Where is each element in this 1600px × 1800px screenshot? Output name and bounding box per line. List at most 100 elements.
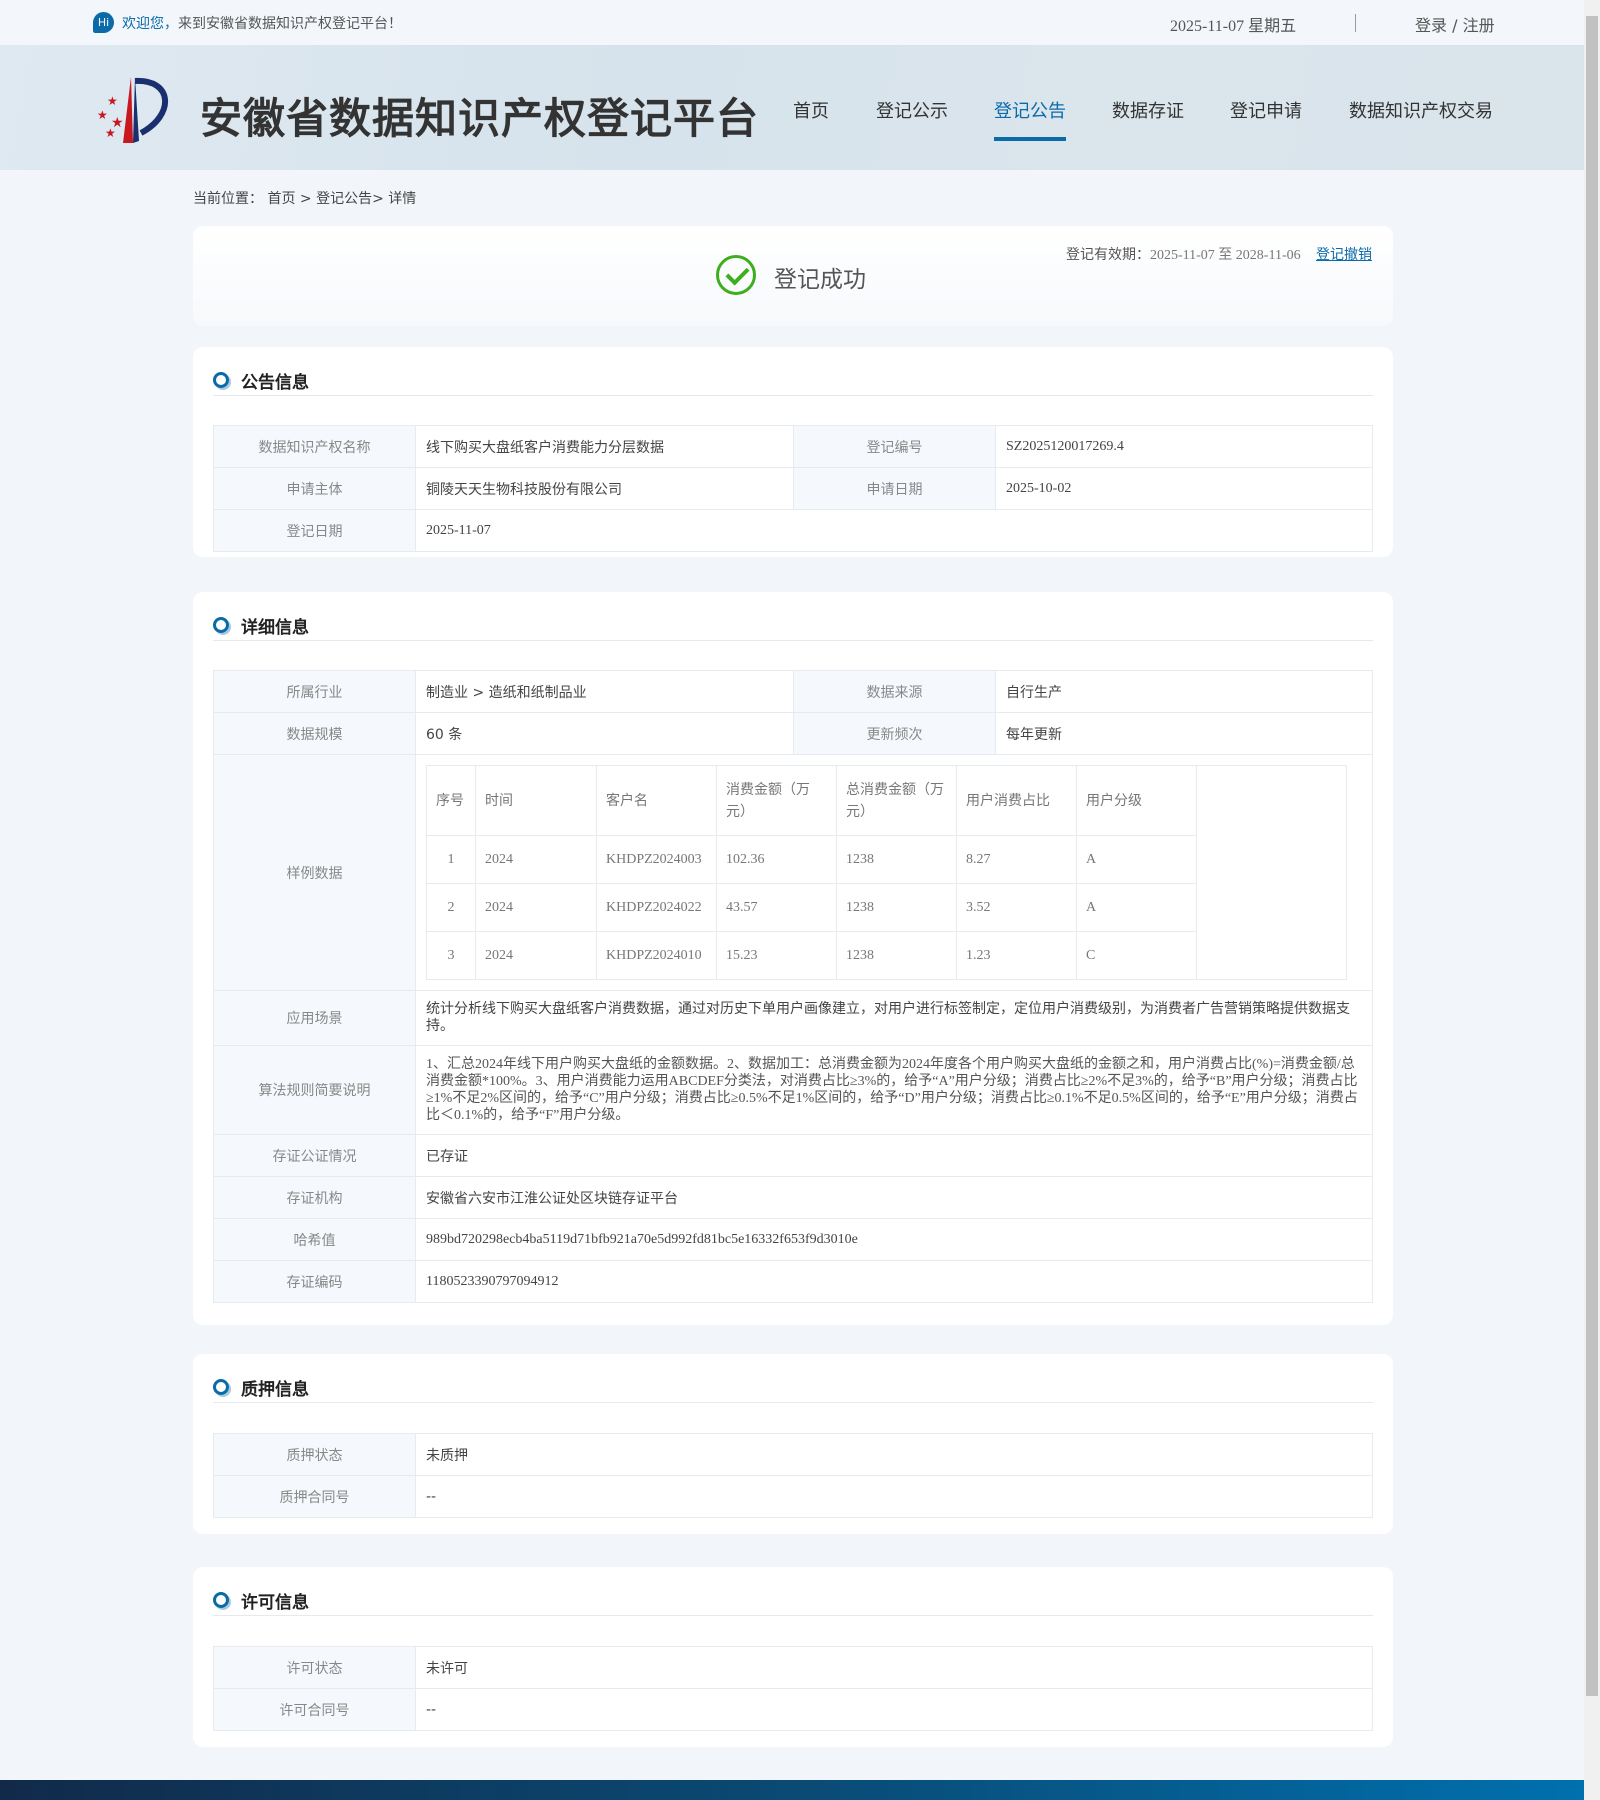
column-header: 序号 (426, 765, 476, 836)
validity-range: 2025-11-07 至 2028-11-06 (1150, 248, 1301, 263)
cell: 1238 (836, 883, 957, 932)
field-label: 申请主体 (213, 467, 416, 510)
announcement-table: 数据知识产权名称 线下购买大盘纸客户消费能力分层数据 登记编号 SZ202512001… (213, 425, 1373, 552)
algorithm-description: 1、汇总2024年线下用户购买大盘纸的金额数据。2、数据加工：总消费金额为202… (415, 1045, 1373, 1135)
nav-registration-announcement[interactable]: 登记公告 (994, 97, 1066, 141)
detail-table: 所属行业 制造业 > 造纸和纸制品业 数据来源 自行生产 数据规模 60 条更新频次 每年… (213, 670, 1373, 1303)
field-label: 存证公证情况 (213, 1134, 416, 1177)
pledge-contract: -- (415, 1475, 1373, 1518)
status-card: 登记成功 登记有效期：2025-11-07 至 2028-11-06 登记撤销 (193, 226, 1393, 326)
field-label: 登记日期 (213, 509, 416, 552)
ring-icon (213, 1379, 229, 1395)
divider (1355, 14, 1356, 32)
field-label: 所属行业 (213, 670, 416, 713)
nav-ip-trading[interactable]: 数据知识产权交易 (1349, 97, 1493, 123)
cell: 2 (426, 883, 476, 932)
cell: 2024 (475, 835, 597, 884)
section-header: 详细信息 (213, 611, 1373, 641)
deposit-code: 1180523390797094912 (415, 1260, 1373, 1303)
field-label: 更新频次 (793, 712, 996, 755)
cell: 1.23 (956, 931, 1077, 980)
field-label: 算法规则简要说明 (213, 1045, 416, 1135)
column-header: 总消费金额（万元） (836, 765, 957, 836)
pledge-table: 质押状态 未质押 质押合同号 -- (213, 1433, 1373, 1518)
pledge-status: 未质押 (415, 1433, 1373, 1476)
validity-period: 登记有效期：2025-11-07 至 2028-11-06 (1066, 244, 1301, 264)
cell: 1 (426, 835, 476, 884)
data-source: 自行生产 (995, 670, 1373, 713)
nav-home[interactable]: 首页 (793, 97, 829, 123)
column-header: 时间 (475, 765, 597, 836)
footer (0, 1780, 1584, 1800)
site-title: 安徽省数据知识产权登记平台 (200, 94, 760, 143)
license-contract: -- (415, 1688, 1373, 1731)
scrollbar-thumb[interactable] (1586, 16, 1598, 1696)
current-date: 2025-11-07 星期五 (1170, 18, 1297, 35)
svg-text:★: ★ (97, 108, 108, 122)
cell: KHDPZ2024022 (596, 883, 717, 932)
ring-icon (213, 1592, 229, 1608)
industry: 制造业 > 造纸和纸制品业 (415, 670, 794, 713)
hi-icon: Hi (93, 12, 114, 33)
license-table: 许可状态 未许可 许可合同号 -- (213, 1646, 1373, 1731)
section-header: 许可信息 (213, 1586, 1373, 1616)
nav-registration-apply[interactable]: 登记申请 (1230, 97, 1302, 123)
section-header: 质押信息 (213, 1373, 1373, 1403)
cell: 3.52 (956, 883, 1077, 932)
cell: 3 (426, 931, 476, 980)
section-title: 公告信息 (241, 373, 309, 393)
empty-cell (1196, 765, 1347, 980)
field-label: 质押合同号 (213, 1475, 416, 1518)
scrollbar[interactable] (1584, 0, 1600, 1800)
registration-date: 2025-11-07 (415, 509, 1373, 552)
cell: 1238 (836, 835, 957, 884)
svg-text:★: ★ (105, 126, 116, 140)
field-label: 存证编码 (213, 1260, 416, 1303)
deposit-organization: 安徽省六安市江淮公证处区块链存证平台 (415, 1176, 1373, 1219)
cell: A (1076, 883, 1197, 932)
cell: 2024 (475, 883, 597, 932)
welcome-greeting: 欢迎您， (122, 16, 178, 32)
ring-icon (213, 372, 229, 388)
ring-icon (213, 617, 229, 633)
welcome-message: 来到安徽省数据知识产权登记平台！ (178, 16, 402, 32)
field-label: 许可状态 (213, 1646, 416, 1689)
pledge-section: 质押信息 质押状态 未质押 质押合同号 -- (193, 1354, 1393, 1534)
cell: 15.23 (716, 931, 837, 980)
cell: KHDPZ2024010 (596, 931, 717, 980)
field-label: 数据知识产权名称 (213, 425, 416, 468)
cell: 43.57 (716, 883, 837, 932)
update-frequency: 每年更新 (995, 712, 1373, 755)
table-header-row: 序号 时间 客户名 消费金额（万元） 总消费金额（万元） 用户消费占比 用户分级 (426, 765, 1347, 980)
site-logo-icon: ★★ ★★ (97, 77, 169, 143)
data-scale: 60 条 (415, 712, 794, 755)
revoke-registration-link[interactable]: 登记撤销 (1316, 244, 1372, 264)
field-label: 登记编号 (793, 425, 996, 468)
section-header: 公告信息 (213, 366, 1373, 396)
cell: A (1076, 835, 1197, 884)
field-label: 样例数据 (213, 754, 416, 991)
login-register-link[interactable]: 登录 / 注册 (1415, 12, 1495, 36)
field-label: 存证机构 (213, 1176, 416, 1219)
field-label: 应用场景 (213, 990, 416, 1046)
nav-registration-publicity[interactable]: 登记公示 (876, 97, 948, 123)
field-label: 哈希值 (213, 1218, 416, 1261)
hash-value: 989bd720298ecb4ba5119d71bfb921a70e5d992f… (415, 1218, 1373, 1261)
notary-status: 已存证 (415, 1134, 1373, 1177)
nav-data-deposit[interactable]: 数据存证 (1112, 97, 1184, 123)
cell: 8.27 (956, 835, 1077, 884)
column-header: 用户消费占比 (956, 765, 1077, 836)
field-label: 许可合同号 (213, 1688, 416, 1731)
column-header: 消费金额（万元） (716, 765, 837, 836)
top-bar: Hi 欢迎您，来到安徽省数据知识产权登记平台！ 2025-11-07 星期五 登… (0, 0, 1584, 45)
cell: 102.36 (716, 835, 837, 884)
applicant: 铜陵天天生物科技股份有限公司 (415, 467, 794, 510)
license-section: 许可信息 许可状态 未许可 许可合同号 -- (193, 1567, 1393, 1747)
application-scenario: 统计分析线下购买大盘纸客户消费数据，通过对历史下单用户画像建立，对用户进行标签制… (415, 990, 1373, 1046)
check-circle-icon (716, 255, 756, 295)
section-title: 质押信息 (241, 1380, 309, 1400)
cell: 2024 (475, 931, 597, 980)
license-status: 未许可 (415, 1646, 1373, 1689)
breadcrumb: 当前位置： 首页 > 登记公告> 详情 (193, 191, 417, 207)
field-label: 数据规模 (213, 712, 416, 755)
